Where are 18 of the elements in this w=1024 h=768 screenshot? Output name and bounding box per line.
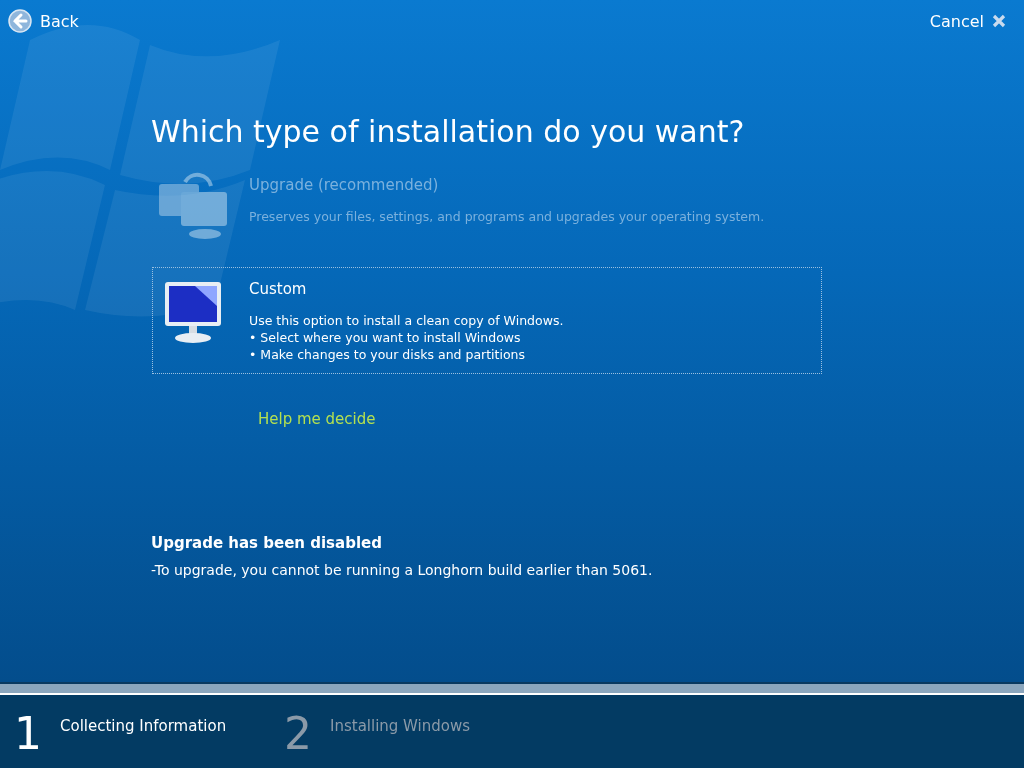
install-option[interactable]: Custom Use this option to install a clean copy of Windows. • Select where you want to install Windows • Make changes to your disks and partitions: [152, 267, 822, 374]
step-number: 2: [284, 707, 312, 761]
option-bullet: • Select where you want to install Windows: [249, 329, 522, 346]
cancel-button[interactable]: Cancel: [929, 11, 1006, 31]
back-button[interactable]: Back: [8, 9, 79, 33]
page-heading: Which type of installation do you want?: [151, 114, 746, 149]
step-label: Installing Windows: [330, 717, 471, 737]
option-title: Upgrade (recommended): [249, 176, 440, 194]
option-title: Custom: [249, 280, 308, 298]
notice-title: Upgrade has been disabled: [151, 534, 383, 552]
option-description: Preserves your files, settings, and programs and upgrades your operating system.: [249, 208, 765, 225]
option-bullet: • Make changes to your disks and partitions: [249, 346, 527, 363]
step-label: Collecting Information: [60, 717, 227, 737]
close-icon: [992, 14, 1006, 28]
step-number: 1: [14, 707, 42, 761]
option-description: Use this option to install a clean copy of Windows.: [249, 312, 564, 329]
help-link[interactable]: Help me decide: [258, 410, 1024, 428]
notice-message: -To upgrade, you cannot be running a Longhorn build earlier than 5061.: [151, 562, 654, 578]
